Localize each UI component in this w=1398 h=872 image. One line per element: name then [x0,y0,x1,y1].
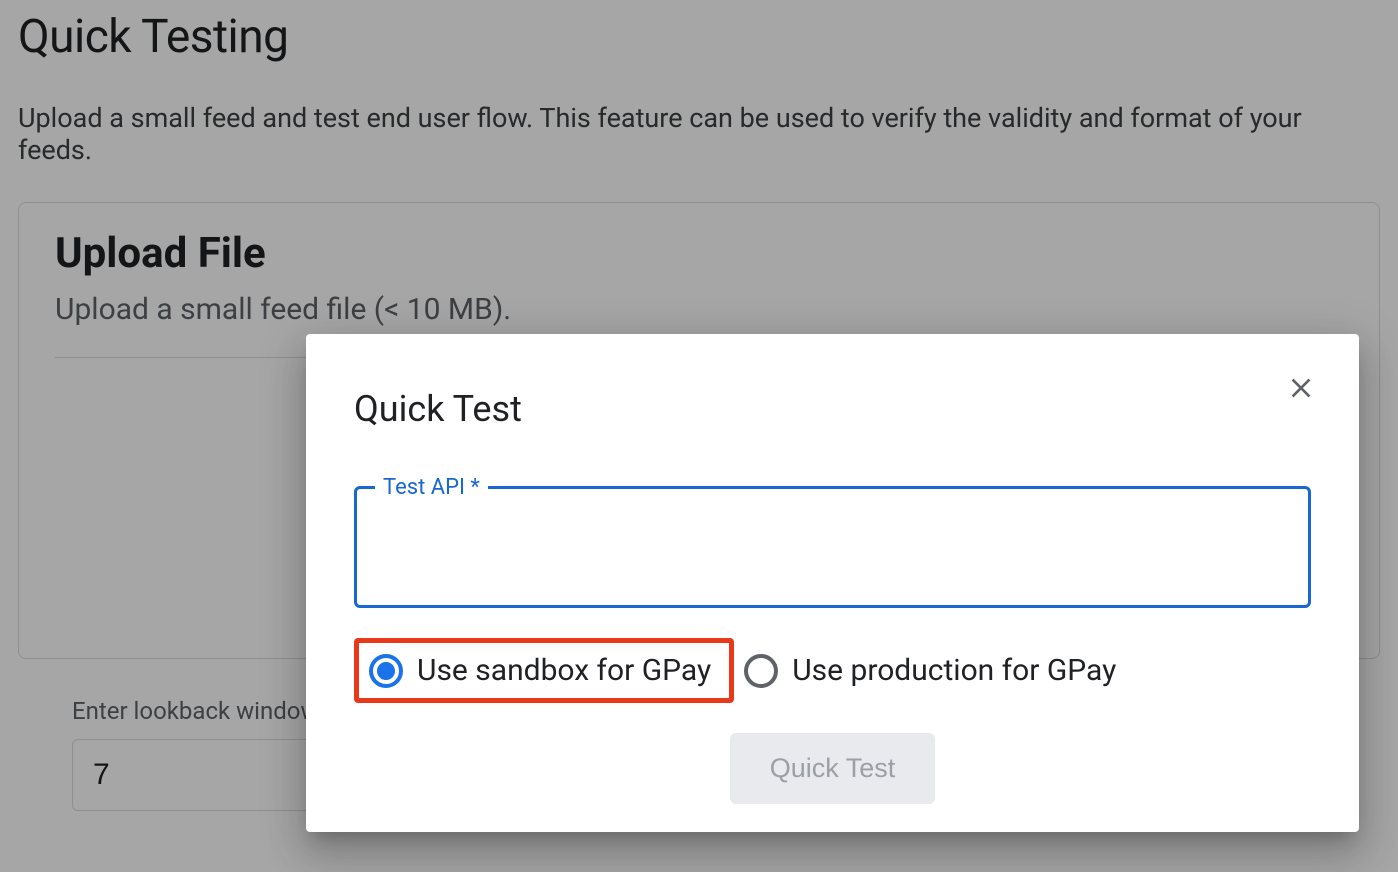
radio-sandbox-label: Use sandbox for GPay [417,653,711,688]
test-api-outline: Test API * [354,486,1311,608]
modal-header: Quick Test [354,382,1311,430]
radio-production[interactable]: Use production for GPay [734,643,1134,698]
close-button[interactable] [1281,368,1321,411]
test-api-input[interactable] [357,489,1308,605]
radio-selected-icon [369,654,403,688]
radio-unselected-icon [744,654,778,688]
quick-test-button[interactable]: Quick Test [730,733,936,804]
quick-test-modal: Quick Test Test API * Use sandbox for GP… [306,334,1359,832]
modal-actions: Quick Test [354,733,1311,804]
close-icon [1285,372,1317,404]
test-api-field: Test API * [354,486,1311,608]
radio-sandbox[interactable]: Use sandbox for GPay [354,638,734,703]
modal-title: Quick Test [354,382,522,430]
radio-production-label: Use production for GPay [792,653,1116,688]
radio-group: Use sandbox for GPay Use production for … [354,638,1311,703]
test-api-label: Test API * [375,475,488,500]
